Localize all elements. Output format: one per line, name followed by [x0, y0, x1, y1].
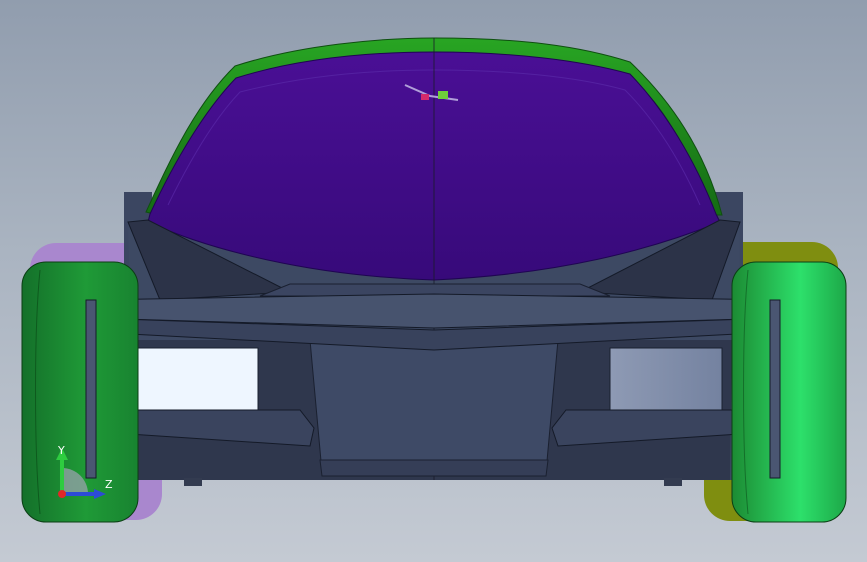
center-nose-block — [309, 339, 559, 473]
triad-y-label: Y — [57, 444, 65, 457]
left-intake — [135, 347, 259, 411]
right-intake — [609, 347, 723, 411]
graphics-viewport[interactable]: Y Z — [0, 0, 867, 562]
triad-z-label: Z — [105, 478, 113, 491]
ground-mount-left — [184, 478, 202, 486]
ground-mount-right — [664, 478, 682, 486]
car-model-front-view[interactable] — [0, 0, 867, 562]
front-right-wheel — [731, 261, 847, 523]
nose-skid — [319, 459, 549, 477]
coordinate-triad-icon[interactable]: Y Z — [48, 438, 118, 508]
wing-tip-right — [769, 299, 781, 479]
